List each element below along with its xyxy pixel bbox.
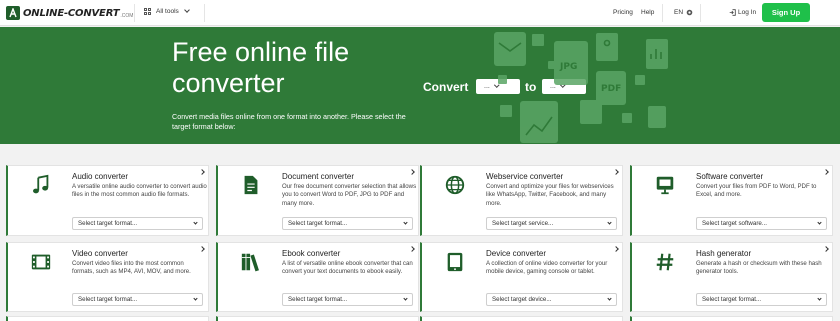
target-format-select[interactable]: Select target format... [282, 217, 413, 230]
chevron-right-icon[interactable] [613, 169, 619, 175]
chevron-down-icon [607, 296, 612, 301]
nav-divider [700, 4, 701, 22]
hero-subtitle: Convert media files online from one form… [172, 112, 406, 131]
chevron-down-icon [817, 296, 822, 301]
hero-banner: Free online file converter Convert media… [0, 27, 840, 144]
hash-icon [656, 253, 674, 271]
chevron-right-icon[interactable] [199, 169, 205, 175]
card-title[interactable]: Webservice converter [486, 172, 563, 181]
select-value: Select target format... [702, 296, 762, 303]
card-stub [420, 316, 623, 321]
card-software-converter[interactable]: Software converter Convert your files fr… [630, 165, 833, 236]
all-tools-label: All tools [156, 8, 179, 15]
target-software-select[interactable]: Select target software... [696, 217, 827, 230]
logo-mark-icon [6, 6, 20, 20]
card-description: Convert your files from PDF to Word, PDF… [696, 183, 817, 199]
signup-button[interactable]: Sign Up [762, 3, 810, 22]
convert-from-value: ... [484, 83, 490, 90]
nav-divider [662, 4, 663, 22]
card-title[interactable]: Document converter [282, 172, 354, 181]
pricing-link[interactable]: Pricing [613, 9, 633, 16]
logo-text: ONLINE-CONVERT [23, 7, 120, 19]
chevron-down-icon [607, 220, 612, 225]
hero-title: Free online file converter [172, 37, 350, 98]
card-stub [6, 316, 209, 321]
chevron-right-icon[interactable] [823, 246, 829, 252]
card-audio-converter[interactable]: Audio converter A versatile online audio… [6, 165, 209, 236]
login-label: Log In [738, 9, 757, 16]
select-value: Select target service... [492, 220, 554, 227]
chevron-down-icon [193, 296, 198, 301]
document-icon [244, 175, 258, 195]
card-description: Generate a hash or checksum with these h… [696, 260, 822, 276]
card-title[interactable]: Ebook converter [282, 249, 340, 258]
pdf-label: PDF [601, 84, 621, 94]
target-format-select[interactable]: Select target format... [72, 293, 203, 306]
select-value: Select target software... [702, 220, 767, 227]
card-ebook-converter[interactable]: Ebook converter A list of versatile onli… [216, 242, 419, 312]
jpg-label: JPG [559, 62, 577, 72]
chevron-down-icon [403, 220, 408, 225]
card-stub [630, 316, 833, 321]
chevron-right-icon[interactable] [613, 246, 619, 252]
card-hash-generator[interactable]: Hash generator Generate a hash or checks… [630, 242, 833, 312]
card-description: A collection of online video converter f… [486, 260, 608, 276]
music-note-icon [33, 174, 49, 194]
card-title[interactable]: Software converter [696, 172, 763, 181]
select-value: Select target format... [288, 220, 348, 227]
books-icon [241, 253, 259, 272]
language-selector[interactable]: EN [674, 9, 693, 16]
chevron-down-icon [193, 220, 198, 225]
card-title[interactable]: Device converter [486, 249, 546, 258]
tablet-icon [447, 252, 463, 272]
nav-divider [204, 4, 205, 22]
chevron-right-icon[interactable] [409, 169, 415, 175]
logo[interactable]: ONLINE-CONVERT .COM [6, 6, 133, 20]
select-value: Select target format... [288, 296, 348, 303]
card-description: A list of versatile online ebook convert… [282, 260, 413, 276]
card-description: Convert and optimize your files for webs… [486, 183, 614, 207]
card-title[interactable]: Video converter [72, 249, 128, 258]
target-format-select[interactable]: Select target format... [282, 293, 413, 306]
logo-suffix: .COM [120, 13, 134, 19]
card-description: A versatile online audio converter to co… [72, 183, 207, 199]
convert-label: Convert [423, 80, 469, 94]
language-label: EN [674, 9, 684, 16]
target-service-select[interactable]: Select target service... [486, 217, 617, 230]
globe-icon [445, 175, 465, 195]
select-value: Select target format... [78, 296, 138, 303]
target-format-select[interactable]: Select target format... [72, 217, 203, 230]
card-video-converter[interactable]: Video converter Convert video files into… [6, 242, 209, 312]
card-document-converter[interactable]: Document converter Our free document con… [216, 165, 419, 236]
help-link[interactable]: Help [641, 9, 654, 16]
chevron-down-icon [403, 296, 408, 301]
card-title[interactable]: Audio converter [72, 172, 128, 181]
chevron-right-icon[interactable] [409, 246, 415, 252]
login-icon [729, 9, 736, 16]
chevron-right-icon[interactable] [199, 246, 205, 252]
settings-icon [686, 9, 693, 16]
all-tools-dropdown[interactable]: All tools [144, 7, 190, 15]
nav-divider [134, 4, 135, 22]
file-illustration-icon: JPG PDF [494, 32, 668, 143]
card-webservice-converter[interactable]: Webservice converter Convert and optimiz… [420, 165, 623, 236]
card-title[interactable]: Hash generator [696, 249, 751, 258]
chevron-down-icon [817, 220, 822, 225]
grid-icon [144, 8, 151, 15]
card-device-converter[interactable]: Device converter A collection of online … [420, 242, 623, 312]
film-icon [31, 254, 51, 270]
chevron-down-icon [183, 7, 190, 13]
card-description: Our free document converter selection th… [282, 183, 417, 207]
login-link[interactable]: Log In [729, 9, 756, 16]
target-format-select[interactable]: Select target format... [696, 293, 827, 306]
select-value: Select target format... [78, 220, 138, 227]
target-device-select[interactable]: Select target device... [486, 293, 617, 306]
select-value: Select target device... [492, 296, 552, 303]
top-nav: ONLINE-CONVERT .COM All tools Pricing He… [0, 0, 840, 26]
card-stub [216, 316, 419, 321]
card-description: Convert video files into the most common… [72, 260, 191, 276]
monitor-icon [656, 176, 674, 195]
chevron-right-icon[interactable] [823, 169, 829, 175]
